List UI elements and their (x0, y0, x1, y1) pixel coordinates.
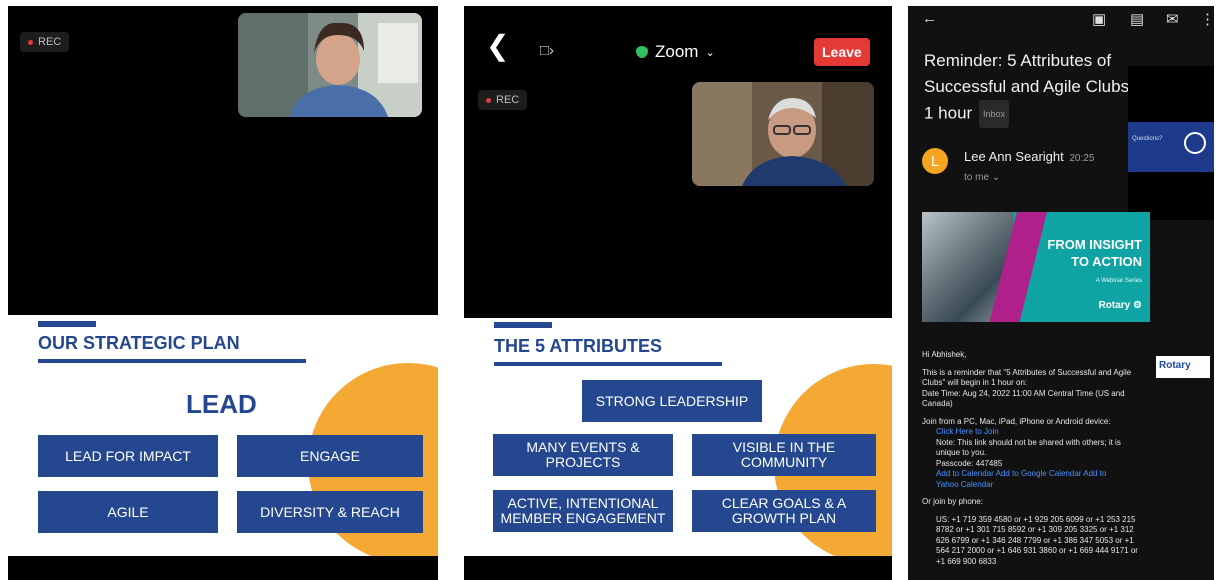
record-dot-icon (486, 97, 491, 103)
slide-box-clear-goals: CLEAR GOALS & A GROWTH PLAN (692, 490, 876, 532)
slide-title: OUR STRATEGIC PLAN (38, 333, 240, 353)
email-body: Hi Abhishek, This is a reminder that "5 … (922, 350, 1140, 574)
chevron-left-icon[interactable]: ❮ (486, 32, 509, 60)
rotary-logo: Rotary (1156, 356, 1210, 378)
more-icon[interactable]: ⋮ (1200, 10, 1214, 28)
zoom-meeting-screen-1: REC OUR STRATEGIC PLAN LEAD LEAD FOR IMP… (8, 6, 438, 580)
sender-line: Lee Ann Searight 20:25 (964, 149, 1094, 164)
phone-numbers: US: +1 719 359 4580 or +1 929 205 6099 o… (936, 514, 1138, 566)
chevron-down-icon: ⌄ (705, 46, 715, 59)
webinar-banner: FROM INSIGHT TO ACTION A Webinar Series … (922, 212, 1150, 322)
note-line: Note: This link should not be shared wit… (936, 437, 1121, 458)
rec-label: REC (38, 36, 62, 48)
slide-box-visible-community: VISIBLE IN THE COMMUNITY (692, 434, 876, 476)
reminder-line: This is a reminder that "5 Attributes of… (922, 367, 1132, 388)
slide-title: THE 5 ATTRIBUTES (494, 336, 663, 356)
email-toolbar: ← ▣ ▤ ✉ ⋮ (908, 6, 1214, 32)
reminder-text: This is a reminder that "5 Attributes of… (922, 368, 1140, 410)
shared-slide: OUR STRATEGIC PLAN LEAD LEAD FOR IMPACT … (8, 315, 438, 556)
leave-button[interactable]: Leave (814, 38, 870, 66)
banner-heading-line2: TO ACTION (1071, 254, 1142, 269)
email-app-screen: ← ▣ ▤ ✉ ⋮ Reminder: 5 Attributes of Succ… (908, 6, 1214, 580)
slide-box-lead-for-impact: LEAD FOR IMPACT (38, 435, 218, 477)
recipient-details[interactable]: to me ⌄ (964, 172, 1000, 183)
add-google-calendar-link[interactable]: Add to Google Calendar (996, 469, 1082, 478)
banner-heading-line1: FROM INSIGHT (1047, 237, 1142, 252)
slide-title-underline (494, 362, 722, 366)
zoom-meeting-screen-2: ❮ □› Zoom ⌄ Leave REC THE 5 ATTRIBUTES S… (464, 6, 892, 580)
archive-icon[interactable]: ▣ (1092, 10, 1106, 28)
slide-box-member-engagement: ACTIVE, INTENTIONAL MEMBER ENGAGEMENT (493, 490, 673, 532)
slide-box-agile: AGILE (38, 491, 218, 533)
join-device-line: Join from a PC, Mac, iPad, iPhone or And… (922, 416, 1111, 426)
sender-avatar[interactable]: L (922, 148, 948, 174)
add-calendar-link[interactable]: Add to Calendar (922, 469, 994, 478)
slide-box-many-events: MANY EVENTS & PROJECTS (493, 434, 673, 476)
add-yahoo-link-part2[interactable]: Yahoo Calendar (922, 480, 993, 489)
passcode-line: Passcode: 447485 (936, 458, 1003, 468)
record-dot-icon (28, 39, 33, 45)
meeting-top-bar: ❮ □› Zoom ⌄ Leave (464, 6, 892, 78)
slide-box-engage: ENGAGE (237, 435, 423, 477)
banner-brand: Rotary ⚙ (1099, 300, 1142, 311)
slide-accent-bar (38, 321, 96, 327)
banner-subtitle: A Webinar Series (1095, 278, 1142, 284)
slide-title-underline (38, 359, 306, 363)
floating-meeting-window[interactable]: Questions? (1128, 66, 1214, 220)
add-yahoo-link-part1[interactable]: Add to (1083, 469, 1106, 478)
join-phone-label: Or join by phone: (922, 497, 983, 506)
meeting-info-menu[interactable]: Zoom ⌄ (636, 42, 715, 62)
slide-accent-bar (494, 322, 552, 328)
encryption-shield-icon (636, 46, 648, 58)
banner-brand-text: Rotary (1098, 300, 1131, 311)
datetime-line: Date Time: Aug 24, 2022 11:00 AM Central… (922, 388, 1125, 409)
join-section: Join from a PC, Mac, iPad, iPhone or And… (922, 417, 1140, 491)
speaker-bluetooth-icon[interactable]: □› (540, 42, 554, 59)
meeting-name: Zoom (655, 42, 699, 61)
chat-circle-icon (1184, 132, 1206, 154)
slide-heading: LEAD (186, 389, 257, 419)
mail-icon[interactable]: ✉ (1166, 10, 1179, 28)
inbox-label[interactable]: Inbox (978, 100, 1009, 128)
floating-video-thumbnail: Questions? (1128, 122, 1214, 172)
participant-video-feed (238, 13, 422, 117)
join-link[interactable]: Click Here to Join (922, 427, 999, 436)
delete-icon[interactable]: ▤ (1130, 10, 1144, 28)
sent-time: 20:25 (1069, 153, 1095, 164)
slide-box-strong-leadership: STRONG LEADERSHIP (582, 380, 762, 422)
greeting: Hi Abhishek, (922, 350, 967, 359)
participant-video[interactable] (238, 13, 422, 117)
recording-indicator: REC (478, 90, 528, 110)
sender-name: Lee Ann Searight (964, 149, 1064, 164)
back-arrow-icon[interactable]: ← (922, 10, 937, 27)
slide-box-diversity-reach: DIVERSITY & REACH (237, 491, 423, 533)
overlay-text: Questions? (1132, 136, 1163, 142)
shared-slide: THE 5 ATTRIBUTES STRONG LEADERSHIP MANY … (464, 318, 892, 556)
rotary-wheel-icon: ⚙ (1133, 300, 1142, 311)
chevron-down-icon: ⌄ (991, 172, 1001, 183)
participant-video-feed (692, 82, 874, 186)
recipient-label: to me (964, 172, 990, 183)
banner-heading: FROM INSIGHT TO ACTION (1047, 236, 1142, 270)
participant-video[interactable] (692, 82, 874, 186)
rec-label: REC (496, 94, 520, 106)
recording-indicator: REC (20, 32, 70, 52)
